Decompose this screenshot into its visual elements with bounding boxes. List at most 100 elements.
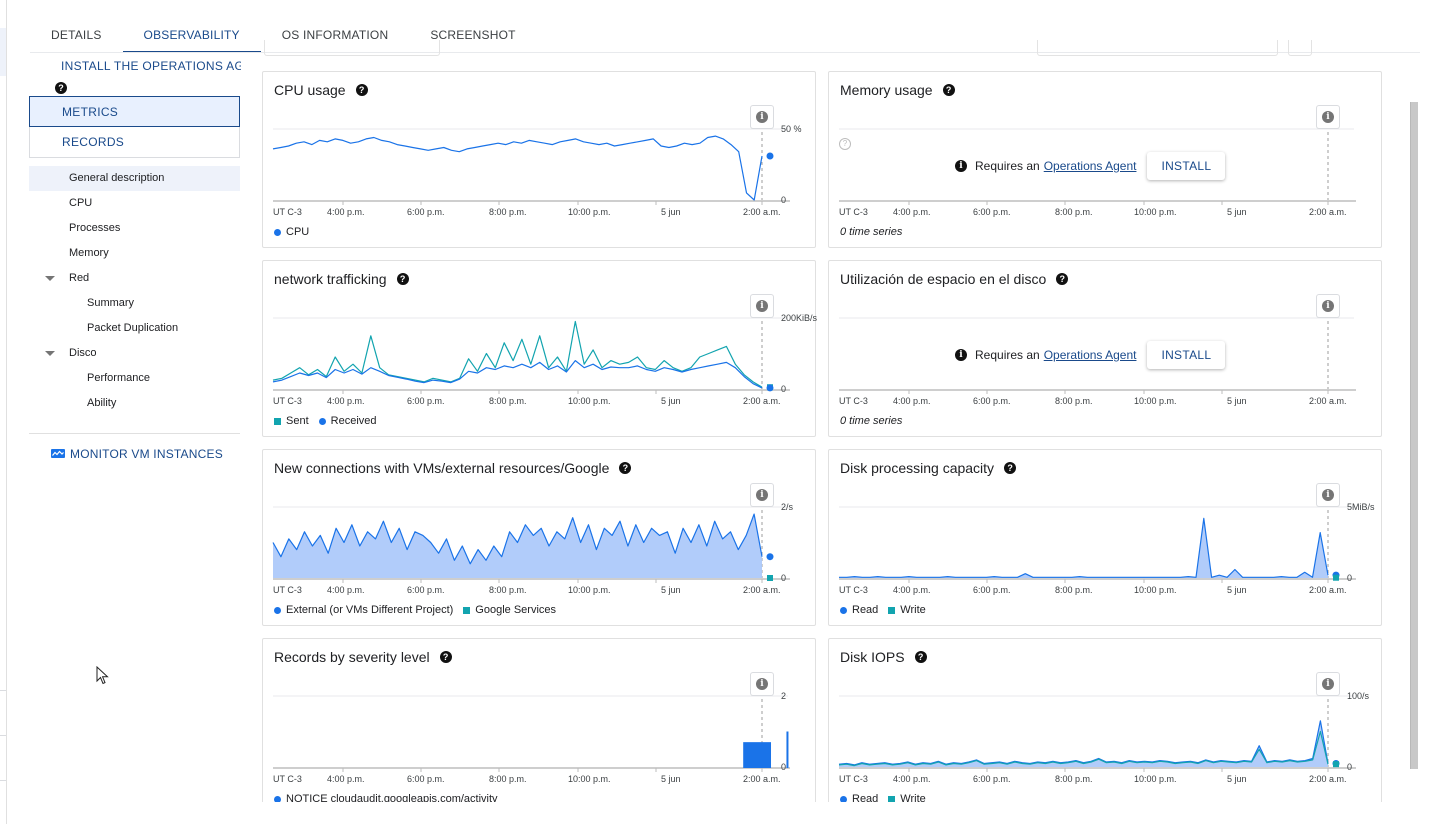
- x-tick-label: 2:00 a.m.: [1309, 207, 1347, 217]
- metrics-button[interactable]: METRICS: [29, 96, 240, 127]
- x-tick-label: 10:00 p.m.: [568, 207, 611, 217]
- x-tick-label: 6:00 p.m.: [973, 207, 1011, 217]
- chart-info-button[interactable]: i: [750, 105, 774, 129]
- legend-item[interactable]: Received: [318, 415, 377, 427]
- chart-info-button[interactable]: i: [750, 294, 774, 318]
- sidebar-item-packet-duplication[interactable]: Packet Duplication: [29, 316, 240, 341]
- chart-info-button[interactable]: i: [1316, 483, 1340, 507]
- time-range-selector[interactable]: [1037, 40, 1278, 56]
- operations-agent-link[interactable]: Operations Agent: [1044, 159, 1137, 173]
- y-max-label: 2: [781, 691, 786, 701]
- records-button[interactable]: RECORDS: [29, 127, 240, 158]
- legend-label: Received: [330, 415, 377, 427]
- monitor-link-label: MONITOR VM INSTANCES: [70, 447, 223, 461]
- install-operations-agent-link[interactable]: INSTALL THE OPERATIONS AGENT: [61, 59, 241, 73]
- install-button[interactable]: INSTALL: [1147, 341, 1226, 369]
- x-tick-label: 4:00 p.m.: [327, 207, 365, 217]
- x-tick-label: UT C-3: [273, 396, 302, 406]
- x-tick-label: 6:00 p.m.: [407, 396, 445, 406]
- toolbar-control[interactable]: [264, 40, 440, 56]
- severity-bar[interactable]: [743, 742, 772, 768]
- x-tick-label: 4:00 p.m.: [893, 585, 931, 595]
- x-tick-label: 6:00 p.m.: [973, 396, 1011, 406]
- x-tick-label: 5 jun: [1227, 585, 1247, 595]
- x-tick-label: 2:00 a.m.: [1309, 396, 1347, 406]
- chart-info-button[interactable]: i: [1316, 672, 1340, 696]
- x-tick-label: UT C-3: [839, 396, 868, 406]
- legend-item[interactable]: Write: [888, 604, 926, 616]
- chart-svg: UT C-3 4:00 p.m. 6:00 p.m. 8:00 p.m. 10:00 p…: [272, 502, 794, 595]
- disk-throughput-card: Disk processing capacity? UT C-3 4:00 p.m.…: [828, 449, 1382, 626]
- records-severity-card: Records by severity level? UT C-3 4:00 p.m…: [262, 638, 816, 815]
- info-icon: i: [1322, 300, 1334, 312]
- vertical-scrollbar[interactable]: [1410, 102, 1418, 769]
- tab-details[interactable]: DETAILS: [30, 18, 123, 53]
- severity-bar[interactable]: [786, 731, 789, 769]
- sidebar-item-ability[interactable]: Ability: [29, 391, 240, 416]
- sidebar-item-general-description[interactable]: General description: [29, 166, 240, 191]
- operations-agent-link[interactable]: Operations Agent: [1044, 348, 1137, 362]
- chart-info-button[interactable]: i: [1316, 294, 1340, 318]
- left-panel-edge: [6, 0, 7, 824]
- left-panel-divider: [0, 780, 6, 781]
- toolbar-button[interactable]: [1288, 40, 1312, 56]
- legend-dot-icon: [840, 606, 847, 614]
- legend-item[interactable]: Google Services: [463, 604, 556, 616]
- legend-label: Sent: [286, 415, 309, 427]
- legend-item[interactable]: CPU: [274, 226, 309, 238]
- sidebar-item-memory[interactable]: Memory: [29, 241, 240, 266]
- chart-svg: UT C-3 4:00 p.m. 6:00 p.m. 8:00 p.m. 10:00 p…: [273, 691, 790, 784]
- series-end-square: [1333, 761, 1339, 768]
- x-tick-label: 10:00 p.m.: [568, 585, 611, 595]
- chart-info-button[interactable]: i: [750, 483, 774, 507]
- sidebar-item-summary[interactable]: Summary: [29, 291, 240, 316]
- x-tick-label: UT C-3: [839, 585, 868, 595]
- legend-label: External (or VMs Different Project): [286, 604, 454, 616]
- sidebar-item-processes[interactable]: Processes: [29, 216, 240, 241]
- x-tick-label: 10:00 p.m.: [568, 396, 611, 406]
- x-tick-label: 2:00 a.m.: [1309, 585, 1347, 595]
- legend-item[interactable]: External (or VMs Different Project): [274, 604, 453, 616]
- x-tick-label: 8:00 p.m.: [1055, 207, 1093, 217]
- x-tick-label: 5 jun: [661, 396, 681, 406]
- monitor-vm-instances-link[interactable]: MONITOR VM INSTANCES: [51, 447, 223, 461]
- y-max-label: 200KiB/s: [781, 313, 817, 323]
- sidebar-item-label: Ability: [87, 397, 117, 409]
- info-icon: i: [955, 160, 967, 172]
- info-icon: i: [756, 678, 768, 690]
- series-area: [273, 514, 762, 578]
- chart-legend: Sent Received: [274, 415, 387, 427]
- legend-item[interactable]: Read: [840, 604, 878, 616]
- disk-iops-card: Disk IOPS? UT C-3 4:00 p.m. 6:00 p.m. 8:00 p…: [828, 638, 1382, 815]
- x-tick-label: 2:00 a.m.: [743, 774, 781, 784]
- install-button[interactable]: INSTALL: [1147, 152, 1226, 180]
- info-icon: i: [955, 349, 967, 361]
- x-tick-label: 6:00 p.m.: [973, 585, 1011, 595]
- sidebar-item-disco[interactable]: Disco: [29, 341, 240, 366]
- chart-info-button[interactable]: i: [1316, 105, 1340, 129]
- tab-observability[interactable]: OBSERVABILITY: [122, 18, 261, 53]
- new-connections-card: New connections with VMs/external resour…: [262, 449, 816, 626]
- series-line-cpu: [272, 135, 763, 201]
- legend-dot-icon: [274, 228, 281, 236]
- info-icon: i: [1322, 489, 1334, 501]
- sidebar-item-performance[interactable]: Performance: [29, 366, 240, 391]
- x-tick-label: 2:00 a.m.: [743, 207, 781, 217]
- x-tick-label: UT C-3: [273, 207, 302, 217]
- expand-triangle-icon[interactable]: [45, 351, 55, 356]
- legend-label: CPU: [286, 226, 310, 238]
- help-circle-icon[interactable]: ?: [55, 82, 67, 94]
- chart-info-button[interactable]: i: [750, 672, 774, 696]
- sidebar-item-cpu[interactable]: CPU: [29, 191, 240, 216]
- requires-text: Requires an: [975, 348, 1040, 362]
- sidebar-item-red[interactable]: Red: [29, 266, 240, 291]
- y-min-label: 0: [781, 762, 786, 772]
- requires-agent-notice: i Requires an Operations Agent INSTALL: [955, 341, 1226, 369]
- x-tick-label: UT C-3: [273, 774, 302, 784]
- sidebar-divider: [29, 433, 240, 434]
- x-tick-label: 10:00 p.m.: [1134, 585, 1177, 595]
- legend-item[interactable]: Sent: [274, 415, 309, 427]
- expand-triangle-icon[interactable]: [45, 276, 55, 281]
- x-tick-label: 4:00 p.m.: [893, 774, 931, 784]
- x-tick-label: 5 jun: [1227, 774, 1247, 784]
